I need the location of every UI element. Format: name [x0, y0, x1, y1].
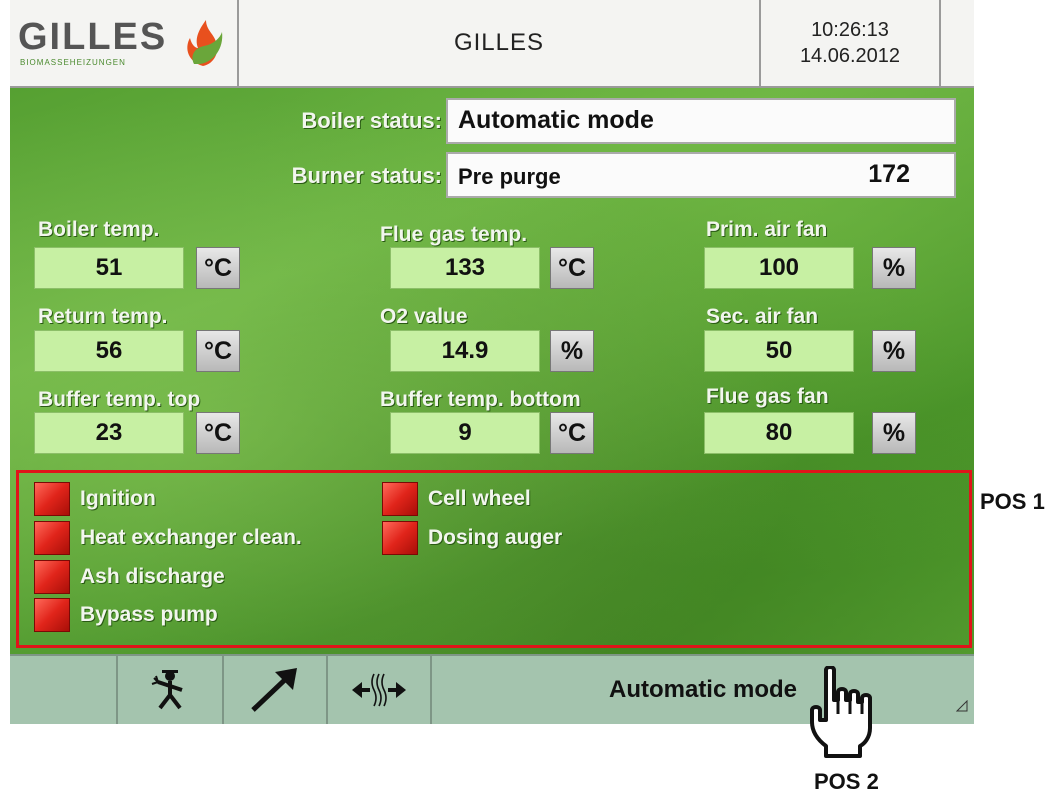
boiler-temp-label: Boiler temp.	[38, 218, 160, 241]
flue-gas-fan-unit-button[interactable]: %	[872, 412, 916, 454]
pos1-label: POS 1	[980, 489, 1045, 514]
sec-air-fan-label: Sec. air fan	[706, 305, 819, 328]
sec-air-fan-unit-button[interactable]: %	[872, 330, 916, 372]
prim-air-fan-label: Prim. air fan	[706, 218, 828, 241]
logo-text: GILLES	[18, 16, 168, 58]
pos2-label: POS 2	[814, 769, 879, 794]
automatic-mode-button[interactable]: Automatic mode	[432, 656, 974, 724]
header-corner-button[interactable]	[941, 0, 974, 86]
buffer-top-unit-button[interactable]: °C	[196, 412, 240, 454]
buffer-top-label: Buffer temp. top	[38, 388, 201, 411]
arrow-button[interactable]	[224, 656, 328, 724]
date-text: 14.06.2012	[799, 45, 901, 67]
flue-gas-fan-label: Flue gas fan	[706, 385, 829, 408]
flue-gas-temp-unit-button[interactable]: °C	[550, 247, 594, 289]
boiler-temp-value: 51	[34, 247, 184, 289]
prim-air-fan-value: 100	[704, 247, 854, 289]
burner-status-value: Pre purge	[458, 164, 561, 189]
logo: GILLES BIOMASSEHEIZUNGEN	[10, 0, 239, 86]
boiler-status-value: Automatic mode	[446, 98, 956, 144]
heat-exchange-button[interactable]	[328, 656, 432, 724]
footer-spacer	[10, 656, 118, 724]
buffer-bottom-value: 9	[390, 412, 540, 454]
flue-gas-temp-value: 133	[390, 247, 540, 289]
return-temp-unit-button[interactable]: °C	[196, 330, 240, 372]
sec-air-fan-value: 50	[704, 330, 854, 372]
return-temp-value: 56	[34, 330, 184, 372]
prim-air-fan-unit-button[interactable]: %	[872, 247, 916, 289]
heat-exchange-icon	[352, 673, 406, 707]
flame-leaf-icon	[187, 20, 223, 66]
pos1-highlight-frame	[16, 470, 972, 648]
burner-status-box: Pre purge 172	[446, 152, 956, 198]
buffer-bottom-unit-button[interactable]: °C	[550, 412, 594, 454]
buffer-top-value: 23	[34, 412, 184, 454]
chimney-sweep-button[interactable]	[118, 656, 224, 724]
flue-gas-fan-value: 80	[704, 412, 854, 454]
o2-value: 14.9	[390, 330, 540, 372]
buffer-bottom-label: Buffer temp. bottom	[380, 388, 581, 411]
o2-value-label: O2 value	[380, 305, 468, 328]
flue-gas-temp-label: Flue gas temp.	[380, 223, 528, 246]
burner-status-label: Burner status:	[291, 163, 442, 188]
boiler-status-label: Boiler status:	[301, 108, 442, 133]
page-title: GILLES	[239, 0, 761, 86]
resize-corner-icon	[956, 700, 968, 712]
boiler-temp-unit-button[interactable]: °C	[196, 247, 240, 289]
o2-value-unit-button[interactable]: %	[550, 330, 594, 372]
arrow-icon	[251, 668, 297, 712]
datetime-display: 10:26:13 14.06.2012	[761, 0, 941, 86]
logo-subtext: BIOMASSEHEIZUNGEN	[20, 58, 126, 67]
burner-status-number: 172	[868, 160, 910, 188]
header-bar: GILLES BIOMASSEHEIZUNGEN GILLES 10:26:13…	[10, 0, 974, 88]
hand-pointer-icon	[810, 666, 872, 758]
return-temp-label: Return temp.	[38, 305, 168, 328]
time-text: 10:26:13	[811, 19, 889, 41]
chimney-sweep-icon	[151, 670, 183, 710]
